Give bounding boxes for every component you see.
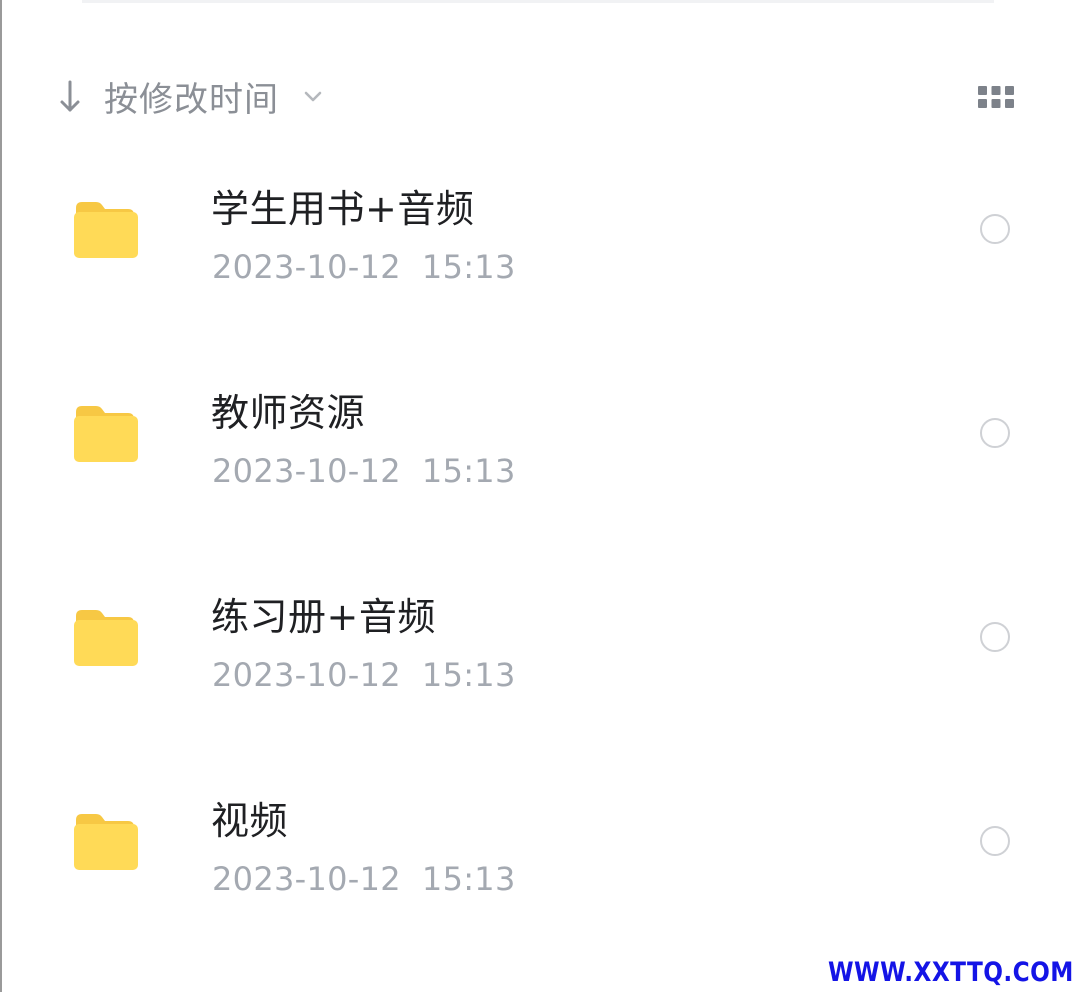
sort-dropdown[interactable]: 按修改时间 xyxy=(38,62,325,130)
select-checkbox[interactable] xyxy=(980,622,1010,652)
file-row[interactable]: 视频 2023-10-12 15:13 xyxy=(0,742,1080,946)
folder-icon xyxy=(74,202,138,258)
file-row[interactable]: 教师资源 2023-10-12 15:13 xyxy=(0,334,1080,538)
chevron-down-icon xyxy=(304,91,322,102)
select-checkbox[interactable] xyxy=(980,214,1010,244)
file-name: 教师资源 xyxy=(211,391,366,435)
top-divider xyxy=(82,0,994,3)
file-modified-time: 2023-10-12 15:13 xyxy=(212,656,516,694)
folder-icon xyxy=(74,406,138,462)
arrow-down-icon xyxy=(60,80,80,112)
file-name: 学生用书+音频 xyxy=(211,187,475,231)
watermark: WWW.XXTTQ.COM xyxy=(828,957,1074,988)
folder-icon xyxy=(74,610,138,666)
file-name: 视频 xyxy=(211,799,289,843)
select-checkbox[interactable] xyxy=(980,826,1010,856)
file-modified-time: 2023-10-12 15:13 xyxy=(212,452,516,490)
file-modified-time: 2023-10-12 15:13 xyxy=(212,860,516,898)
file-row[interactable]: 练习册+音频 2023-10-12 15:13 xyxy=(0,538,1080,742)
sort-label: 按修改时间 xyxy=(104,79,279,120)
file-row[interactable]: 学生用书+音频 2023-10-12 15:13 xyxy=(0,130,1080,334)
select-checkbox[interactable] xyxy=(980,418,1010,448)
file-name: 练习册+音频 xyxy=(211,595,436,639)
grid-view-icon[interactable] xyxy=(976,84,1016,110)
file-list: 学生用书+音频 2023-10-12 15:13 教师资源 2023-10-12… xyxy=(0,130,1080,946)
file-modified-time: 2023-10-12 15:13 xyxy=(212,248,516,286)
folder-icon xyxy=(74,814,138,870)
